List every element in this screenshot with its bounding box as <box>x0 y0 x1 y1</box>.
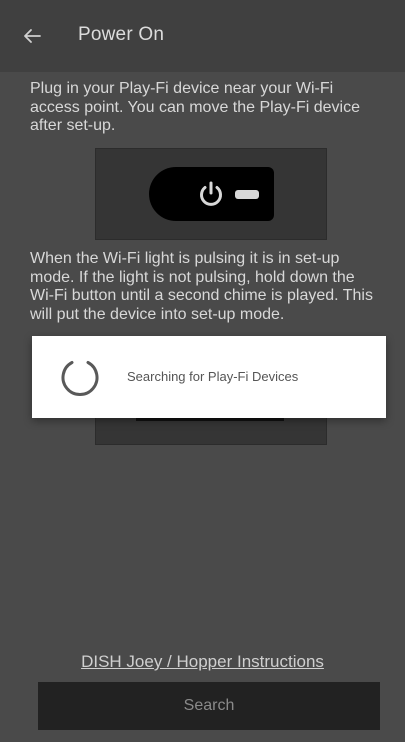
device-power-illustration <box>95 148 327 240</box>
instruction-text-2: When the Wi-Fi light is pulsing it is in… <box>30 250 373 323</box>
back-button[interactable] <box>14 18 50 54</box>
power-icon <box>200 181 222 206</box>
search-button[interactable]: Search <box>38 682 380 730</box>
dish-instructions-link[interactable]: DISH Joey / Hopper Instructions <box>0 652 405 672</box>
device-shape <box>149 167 274 221</box>
instruction-text-1: Plug in your Play-Fi device near your Wi… <box>30 80 360 134</box>
dialog-message: Searching for Play-Fi Devices <box>127 369 299 384</box>
searching-dialog: Searching for Play-Fi Devices <box>32 336 386 418</box>
page-title: Power On <box>78 24 165 45</box>
arrow-left-icon <box>24 29 41 43</box>
wifi-light-indicator <box>235 190 259 199</box>
loading-spinner-icon <box>61 361 99 396</box>
app-bar: Power On <box>0 0 405 72</box>
